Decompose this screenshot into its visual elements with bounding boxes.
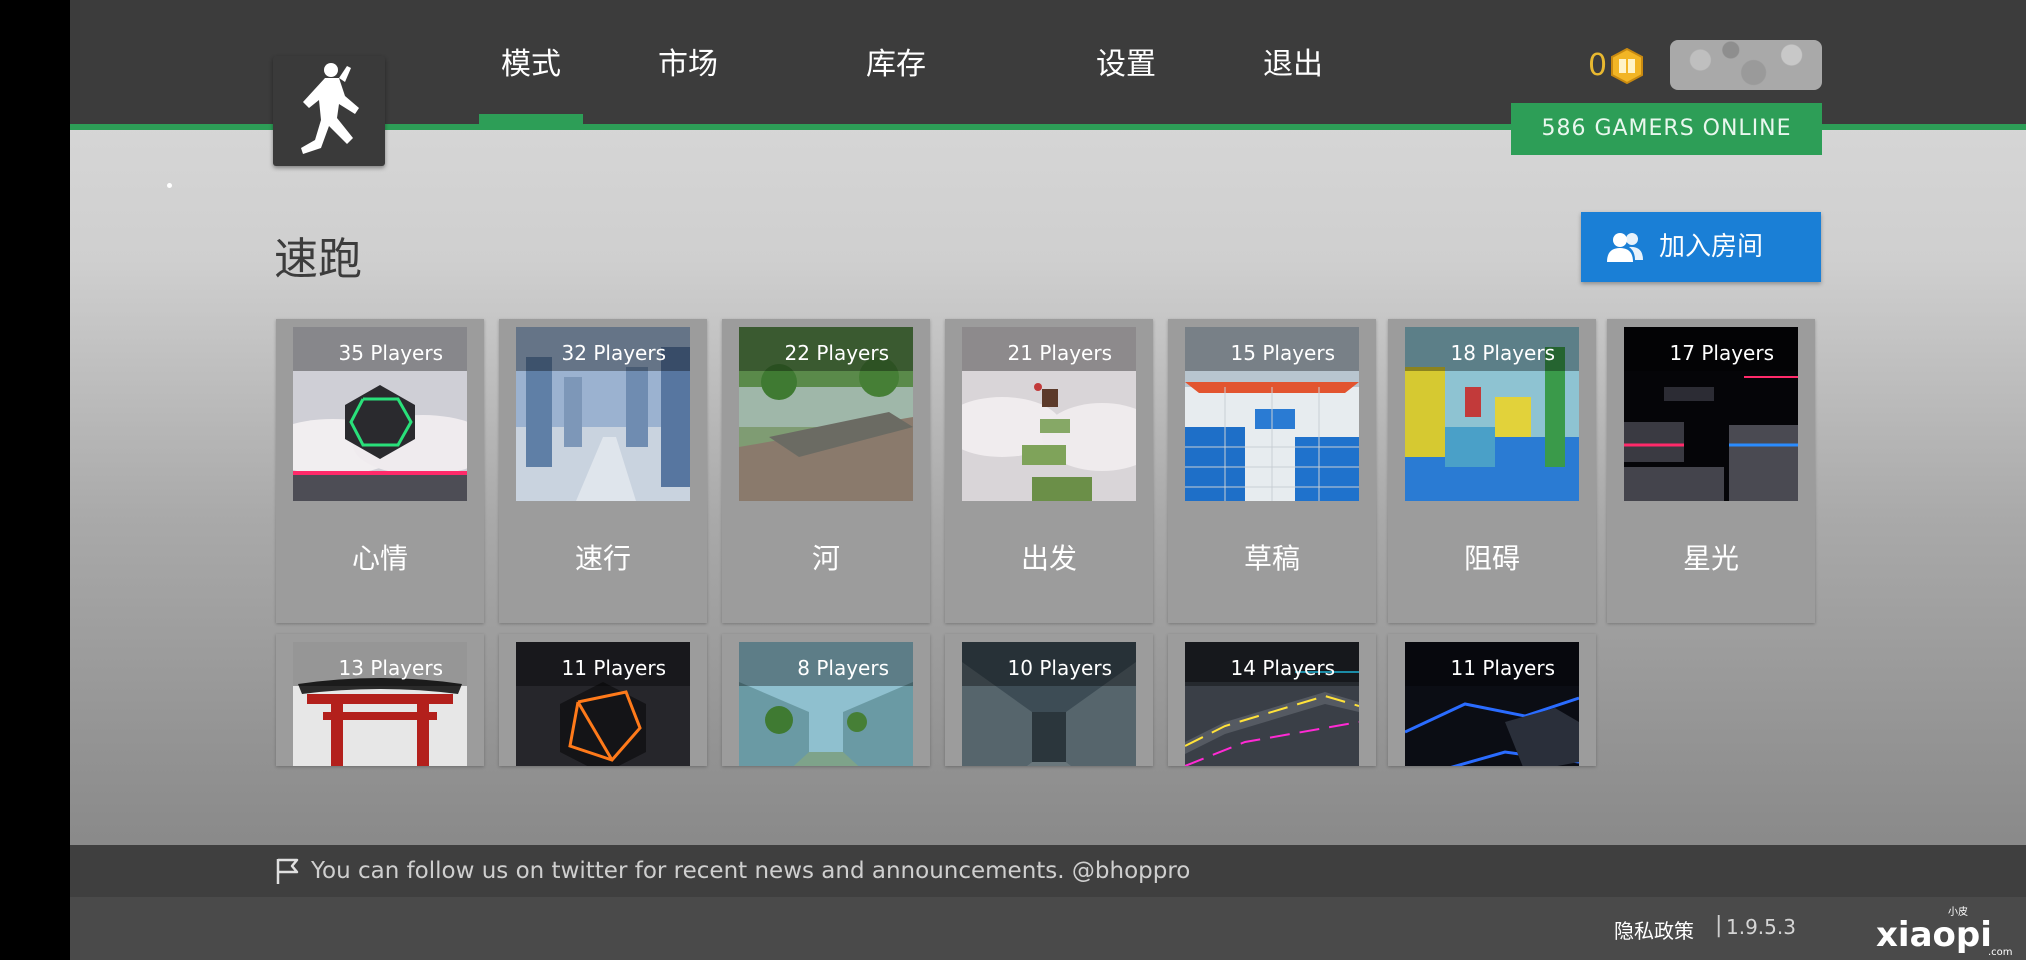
footer-separator: |: [1715, 913, 1723, 938]
nav-item-market[interactable]: 市场: [636, 40, 740, 90]
map-name: 出发: [1020, 542, 1077, 575]
map-thumbnail: 8 Players: [739, 642, 913, 766]
map-thumbnail: 13 Players: [293, 642, 467, 766]
coin-icon: [1611, 48, 1643, 84]
map-card-obstacle[interactable]: 18 Players 阻碍: [1388, 319, 1596, 623]
map-name: 心情: [351, 542, 408, 575]
map-name: 星光: [1682, 542, 1739, 575]
map-thumbnail: 17 Players: [1624, 327, 1798, 501]
player-count: 10 Players: [962, 642, 1136, 686]
nav-item-inventory[interactable]: 库存: [844, 40, 948, 90]
map-name: 河: [811, 542, 840, 575]
news-text: You can follow us on twitter for recent …: [311, 858, 1191, 884]
map-card-tunnel[interactable]: 10 Players: [945, 634, 1153, 766]
footer-bar: 隐私政策 | 1.9.5.3: [70, 897, 2026, 960]
player-count: 18 Players: [1405, 327, 1579, 371]
decorative-dot: [167, 183, 172, 188]
users-icon: [1607, 233, 1643, 262]
player-count: 32 Players: [516, 327, 690, 371]
player-count: 13 Players: [293, 642, 467, 686]
player-avatar[interactable]: [1670, 40, 1822, 90]
version-label: 1.9.5.3: [1726, 915, 1796, 939]
map-card-blue-neon[interactable]: 11 Players: [1388, 634, 1596, 766]
map-card-draft[interactable]: 15 Players 草稿: [1168, 319, 1376, 623]
privacy-policy-link[interactable]: 隐私政策: [1614, 915, 1694, 944]
player-count: 8 Players: [739, 642, 913, 686]
map-name: 阻碍: [1463, 542, 1520, 575]
player-count: 21 Players: [962, 327, 1136, 371]
map-card-orange-cube[interactable]: 11 Players: [499, 634, 707, 766]
flag-icon: [276, 858, 299, 884]
map-thumbnail: 11 Players: [1405, 642, 1579, 766]
map-thumbnail: 32 Players: [516, 327, 690, 501]
active-tab-indicator: [479, 114, 583, 124]
map-card-torii[interactable]: 13 Players: [276, 634, 484, 766]
map-thumbnail: 18 Players: [1405, 327, 1579, 501]
player-count: 14 Players: [1185, 642, 1359, 686]
player-count: 35 Players: [293, 327, 467, 371]
player-count: 11 Players: [1405, 642, 1579, 686]
map-name: 速行: [574, 542, 631, 575]
player-count: 11 Players: [516, 642, 690, 686]
map-card-mood[interactable]: 35 Players 心情: [276, 319, 484, 623]
runner-icon: [301, 63, 359, 154]
game-logo: [273, 56, 385, 166]
map-card-neon-path[interactable]: 14 Players: [1168, 634, 1376, 766]
watermark-logo: 小皮 xiaopi .com: [1876, 905, 2013, 956]
map-thumbnail: 21 Players: [962, 327, 1136, 501]
map-thumbnail: 22 Players: [739, 327, 913, 501]
nav-item-settings[interactable]: 设置: [1074, 40, 1178, 90]
map-thumbnail: 10 Players: [962, 642, 1136, 766]
online-count-badge: 586 GAMERS ONLINE: [1511, 103, 1822, 155]
svg-text:.com: .com: [1988, 947, 2013, 956]
player-count: 17 Players: [1624, 327, 1798, 371]
map-thumbnail: 14 Players: [1185, 642, 1359, 766]
news-bar: You can follow us on twitter for recent …: [70, 845, 2026, 897]
section-title: 速跑: [274, 234, 362, 285]
coin-balance: 0: [1588, 48, 1608, 83]
player-count: 15 Players: [1185, 327, 1359, 371]
map-card-river[interactable]: 22 Players 河: [722, 319, 930, 623]
join-room-label: 加入房间: [1659, 232, 1764, 262]
map-card-starlight[interactable]: 17 Players 星光: [1607, 319, 1815, 623]
nav-item-exit[interactable]: 退出: [1241, 40, 1345, 90]
nav-item-mode[interactable]: 模式: [479, 40, 583, 90]
map-card-green-hall[interactable]: 8 Players: [722, 634, 930, 766]
game-screen: 模式 市场 库存 设置 退出 0 586 GAMERS ONLINE 速跑 加入…: [70, 0, 2026, 960]
map-card-speed[interactable]: 32 Players 速行: [499, 319, 707, 623]
map-thumbnail: 35 Players: [293, 327, 467, 501]
map-card-start[interactable]: 21 Players 出发: [945, 319, 1153, 623]
map-thumbnail: 11 Players: [516, 642, 690, 766]
map-name: 草稿: [1243, 542, 1300, 575]
map-thumbnail: 15 Players: [1185, 327, 1359, 501]
join-room-button[interactable]: 加入房间: [1581, 212, 1821, 282]
player-count: 22 Players: [739, 327, 913, 371]
svg-text:xiaopi: xiaopi: [1876, 915, 1992, 955]
